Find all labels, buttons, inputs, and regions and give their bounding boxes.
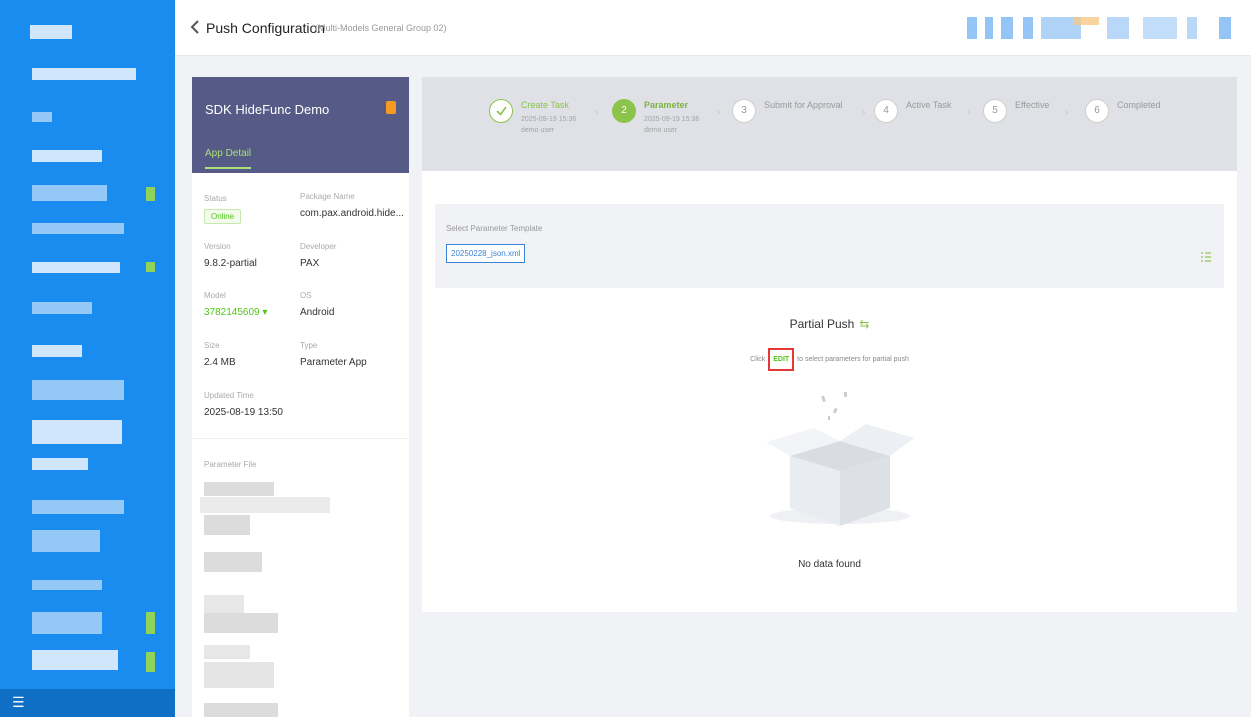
nav-item[interactable] xyxy=(32,223,124,234)
caret-down-icon: ▾ xyxy=(262,307,268,318)
field-size: Size 2.4 MB xyxy=(204,341,236,368)
page-header: Push Configuration (Multi-Models General… xyxy=(175,0,1251,56)
nav-item[interactable] xyxy=(32,150,102,162)
status-badge: Online xyxy=(204,209,242,224)
hamburger-menu-icon[interactable]: ☰ xyxy=(12,695,26,709)
parameter-file-item[interactable] xyxy=(204,552,262,572)
parameter-file-item[interactable] xyxy=(204,595,244,613)
task-steps: Create Task 2025-09-19 15:36 demo user › … xyxy=(422,77,1237,171)
chevron-right-icon: › xyxy=(717,107,721,118)
check-icon xyxy=(489,99,513,123)
nav-item[interactable] xyxy=(32,68,136,80)
app-name: SDK HideFunc Demo xyxy=(205,102,330,117)
nav-item[interactable] xyxy=(32,345,82,357)
nav-indicator xyxy=(146,612,155,634)
chevron-right-icon: › xyxy=(595,107,599,118)
field-model: Model 3782145609 ▾ xyxy=(204,291,268,318)
chevron-right-icon: › xyxy=(1065,107,1069,118)
parameter-file-item[interactable] xyxy=(204,662,274,688)
parameter-file-item[interactable] xyxy=(204,645,250,659)
nav-indicator xyxy=(146,262,155,272)
field-os: OS Android xyxy=(300,291,335,318)
field-status: Status Online xyxy=(204,194,242,224)
chevron-left-icon[interactable] xyxy=(189,19,201,35)
parameter-file-item[interactable] xyxy=(204,482,274,496)
model-select[interactable]: 3782145609 ▾ xyxy=(204,307,267,318)
parameter-file-item[interactable] xyxy=(204,703,278,717)
template-file-tag[interactable]: 20250228_json.xml xyxy=(446,244,526,263)
list-settings-icon[interactable] xyxy=(1200,251,1212,263)
divider xyxy=(192,438,409,439)
header-user-area[interactable] xyxy=(967,17,1237,39)
swap-icon[interactable]: ⇆ xyxy=(859,317,869,331)
edit-link[interactable]: EDIT xyxy=(768,348,795,371)
nav-item[interactable] xyxy=(32,380,124,400)
chevron-right-icon: › xyxy=(862,107,866,118)
page-title: Push Configuration xyxy=(206,20,326,36)
nav-logo[interactable] xyxy=(30,25,72,39)
tab-app-detail[interactable]: App Detail xyxy=(205,148,252,169)
nav-item[interactable] xyxy=(32,580,102,590)
empty-box-illustration xyxy=(766,392,914,526)
parameter-file-item[interactable] xyxy=(204,515,250,535)
nav-item[interactable] xyxy=(32,500,124,514)
left-nav-sidebar: ☰ xyxy=(0,0,175,717)
field-updated-time: Updated Time 2025-08-19 13:50 xyxy=(204,391,283,418)
nav-item[interactable] xyxy=(32,112,52,122)
field-developer: Developer PAX xyxy=(300,242,337,269)
parameter-card: Select Parameter Template 20250228_json.… xyxy=(422,171,1237,612)
parameter-file-item[interactable] xyxy=(204,613,278,633)
app-detail-header: SDK HideFunc Demo App Detail xyxy=(192,77,409,173)
app-bag-icon xyxy=(386,101,396,114)
partial-push-hint: Click EDIT to select parameters for part… xyxy=(422,348,1237,371)
field-package-name: Package Name com.pax.android.hide... xyxy=(300,192,404,219)
app-detail-panel: SDK HideFunc Demo App Detail Status Onli… xyxy=(192,77,409,717)
nav-item[interactable] xyxy=(32,185,107,201)
nav-item[interactable] xyxy=(32,302,92,314)
nav-indicator xyxy=(146,652,155,672)
parameter-file-item[interactable] xyxy=(200,497,330,513)
nav-indicator xyxy=(146,187,155,201)
nav-item[interactable] xyxy=(32,650,118,670)
nav-item[interactable] xyxy=(32,612,102,634)
field-type: Type Parameter App xyxy=(300,341,367,368)
nav-item[interactable] xyxy=(32,530,100,552)
nav-footer: ☰ xyxy=(0,689,175,717)
chevron-right-icon: › xyxy=(967,107,971,118)
field-version: Version 9.8.2-partial xyxy=(204,242,257,269)
partial-push-title: Partial Push ⇆ xyxy=(789,317,870,331)
nav-item[interactable] xyxy=(32,458,88,470)
parameter-template-section: Select Parameter Template 20250228_json.… xyxy=(435,204,1224,288)
empty-state-text: No data found xyxy=(798,559,861,570)
nav-item[interactable] xyxy=(32,420,122,444)
template-label: Select Parameter Template xyxy=(446,224,543,233)
nav-item[interactable] xyxy=(32,262,120,273)
parameter-file-label: Parameter File xyxy=(204,460,257,469)
page-subtitle: (Multi-Models General Group 02) xyxy=(315,23,447,33)
